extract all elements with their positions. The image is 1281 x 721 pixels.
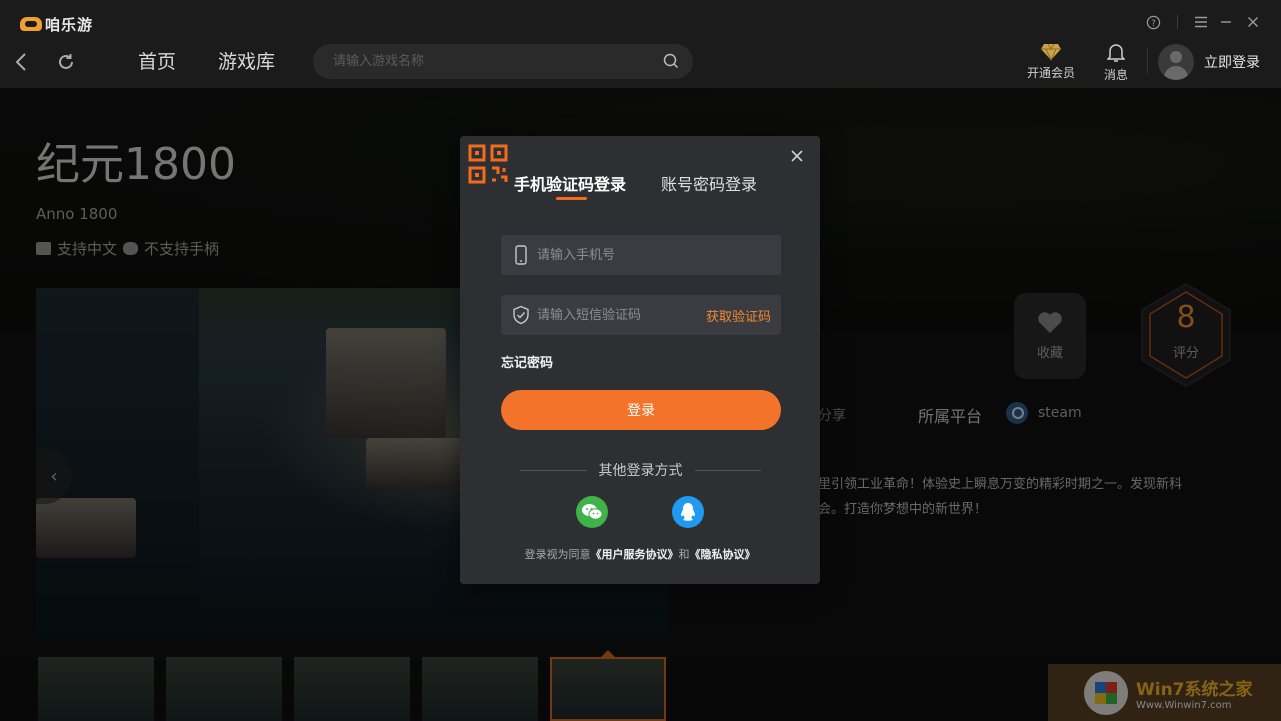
help-icon[interactable]: ? (1143, 12, 1163, 32)
active-tab-indicator (556, 197, 587, 200)
search-input[interactable] (333, 44, 653, 79)
diamond-icon (1041, 43, 1061, 61)
shield-check-icon (513, 305, 529, 325)
tab-sms-login[interactable]: 手机验证码登录 (514, 171, 626, 195)
tab-password-login[interactable]: 账号密码登录 (661, 171, 757, 195)
nav-game-library[interactable]: 游戏库 (218, 47, 275, 74)
phone-input[interactable] (537, 235, 717, 275)
topbar-divider (1147, 48, 1148, 74)
agreement-text: 登录视为同意《用户服务协议》和《隐私协议》 (460, 546, 820, 562)
logo-icon (20, 17, 42, 31)
privacy-policy-link[interactable]: 《隐私协议》 (690, 548, 756, 561)
qr-code-icon[interactable] (468, 144, 508, 184)
sms-code-input[interactable] (537, 295, 717, 335)
wechat-icon (582, 504, 603, 520)
other-login-label: 其他登录方式 (598, 463, 683, 479)
get-code-button[interactable]: 获取验证码 (706, 306, 771, 325)
other-login-divider: 其他登录方式 (520, 460, 761, 480)
forgot-password-link[interactable]: 忘记密码 (501, 352, 553, 371)
login-link[interactable]: 立即登录 (1204, 52, 1260, 72)
app-logo: 咱乐游 (20, 12, 93, 36)
avatar[interactable] (1158, 44, 1194, 80)
app-name: 咱乐游 (45, 15, 94, 34)
sms-code-field: 获取验证码 (501, 295, 781, 335)
agreement-prefix: 登录视为同意 (524, 548, 591, 561)
messages-label: 消息 (1104, 68, 1129, 82)
close-modal-button[interactable] (790, 150, 804, 164)
vip-label: 开通会员 (1027, 66, 1076, 80)
minimize-icon[interactable] (1216, 12, 1236, 32)
bell-icon (1107, 44, 1125, 62)
back-button[interactable] (9, 50, 33, 74)
close-window-icon[interactable] (1243, 12, 1263, 32)
login-button[interactable]: 登录 (501, 390, 781, 430)
divider-line (694, 469, 761, 471)
vip-button[interactable]: 开通会员 (1027, 43, 1075, 81)
search-box (313, 44, 693, 79)
wechat-login-button[interactable] (576, 496, 608, 528)
top-bar: 咱乐游 ? 首页 游戏库 开通会员 消息 立即登录 (0, 0, 1281, 88)
messages-button[interactable]: 消息 (1104, 43, 1128, 83)
search-icon[interactable] (663, 53, 679, 69)
qq-penguin-icon (681, 503, 695, 521)
phone-field (501, 235, 781, 275)
login-modal: 手机验证码登录 账号密码登录 获取验证码 忘记密码 登录 其他登录方式 登录视为… (460, 136, 820, 584)
nav-home[interactable]: 首页 (138, 47, 176, 74)
refresh-button[interactable] (54, 50, 78, 74)
menu-icon[interactable] (1191, 12, 1211, 32)
svg-text:?: ? (1151, 17, 1155, 27)
qq-login-button[interactable] (672, 496, 704, 528)
agreement-and: 和 (678, 548, 690, 561)
phone-icon (515, 245, 527, 265)
title-divider (1177, 15, 1178, 29)
close-icon (791, 150, 803, 162)
user-agreement-link[interactable]: 《用户服务协议》 (591, 548, 679, 561)
divider-line (520, 469, 587, 471)
